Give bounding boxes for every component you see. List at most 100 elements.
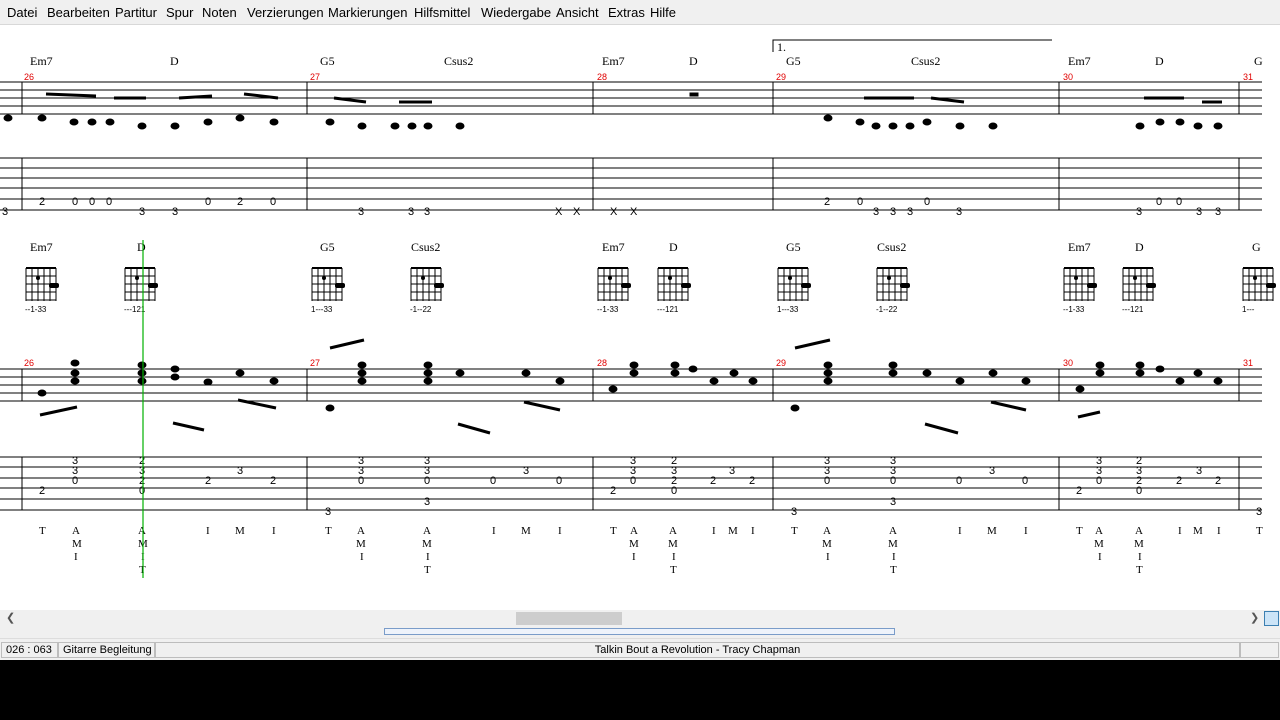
- svg-text:M: M: [356, 538, 366, 550]
- svg-text:0: 0: [139, 485, 145, 497]
- menu-bar: Datei Bearbeiten Partitur Spur Noten Ver…: [0, 0, 1280, 25]
- svg-text:A: A: [72, 525, 80, 537]
- svg-text:3: 3: [890, 496, 896, 508]
- menu-hilfsmittel[interactable]: Hilfsmittel: [414, 5, 470, 20]
- svg-text:2: 2: [39, 485, 45, 497]
- svg-text:A: A: [889, 525, 897, 537]
- svg-text:M: M: [728, 525, 738, 537]
- svg-text:I: I: [558, 525, 562, 537]
- svg-text:0: 0: [1022, 475, 1028, 487]
- menu-bearbeiten[interactable]: Bearbeiten: [47, 5, 110, 20]
- svg-text:3: 3: [1215, 206, 1221, 218]
- menu-wiedergabe[interactable]: Wiedergabe: [481, 5, 551, 20]
- scroll-left-arrow-icon[interactable]: ❮: [6, 611, 15, 624]
- svg-text:3: 3: [1196, 465, 1202, 477]
- svg-text:0: 0: [1176, 196, 1182, 208]
- track-overview-range[interactable]: [384, 628, 895, 635]
- menu-extras[interactable]: Extras: [608, 5, 645, 20]
- chord-name: Csus2: [444, 54, 473, 68]
- svg-text:0: 0: [1136, 485, 1142, 497]
- svg-text:2: 2: [237, 196, 243, 208]
- svg-text:0: 0: [630, 475, 636, 487]
- menu-hilfe[interactable]: Hilfe: [650, 5, 676, 20]
- svg-text:X: X: [555, 206, 563, 218]
- score-view[interactable]: 1. Em7 D G5 Csus2 Em7 D G5 Csus2 Em7 D G…: [0, 25, 1280, 610]
- track-overview-strip[interactable]: [0, 627, 1280, 638]
- bar-number: 27: [310, 358, 320, 368]
- score-canvas: 1. Em7 D G5 Csus2 Em7 D G5 Csus2 Em7 D G…: [0, 39, 1276, 578]
- svg-text:X: X: [573, 206, 581, 218]
- svg-text:I: I: [632, 551, 636, 563]
- svg-text:0: 0: [556, 475, 562, 487]
- chord-name: Em7: [1068, 54, 1091, 68]
- svg-text:M: M: [987, 525, 997, 537]
- zoom-magnifier-icon[interactable]: [1264, 611, 1279, 626]
- diagram-chord-name: G5: [320, 240, 335, 254]
- svg-text:A: A: [1095, 525, 1103, 537]
- chord-diagrams: [25, 267, 1276, 301]
- svg-text:M: M: [1094, 538, 1104, 550]
- diagram-chord-name: Csus2: [877, 240, 906, 254]
- chord-diagram: [1122, 267, 1156, 301]
- menu-datei[interactable]: Datei: [7, 5, 37, 20]
- svg-text:I: I: [1024, 525, 1028, 537]
- svg-text:3: 3: [873, 206, 879, 218]
- svg-text:0: 0: [824, 475, 830, 487]
- svg-text:0: 0: [205, 196, 211, 208]
- chord-name: D: [689, 54, 698, 68]
- chord-diagram: [311, 267, 345, 301]
- svg-text:0: 0: [106, 196, 112, 208]
- svg-text:3: 3: [424, 206, 430, 218]
- svg-text:3: 3: [172, 206, 178, 218]
- svg-text:3: 3: [325, 506, 331, 518]
- svg-text:M: M: [1193, 525, 1203, 537]
- menu-spur[interactable]: Spur: [166, 5, 193, 20]
- menu-ansicht[interactable]: Ansicht: [556, 5, 599, 20]
- chord-name: Em7: [30, 54, 53, 68]
- svg-text:M: M: [629, 538, 639, 550]
- chord-name: D: [1155, 54, 1164, 68]
- svg-text:T: T: [1256, 525, 1263, 537]
- svg-text:A: A: [1135, 525, 1143, 537]
- diagram-chord-name: Csus2: [411, 240, 440, 254]
- svg-text:M: M: [521, 525, 531, 537]
- bar-number: 27: [310, 72, 320, 82]
- menu-markierungen[interactable]: Markierungen: [328, 5, 408, 20]
- diagram-chord-name: G5: [786, 240, 801, 254]
- svg-text:A: A: [138, 525, 146, 537]
- diagram-fingering: ---121: [1122, 305, 1144, 314]
- chord-diagram: [777, 267, 811, 301]
- tab-staff-1: [0, 157, 1262, 211]
- svg-text:3: 3: [358, 206, 364, 218]
- horizontal-scrollbar[interactable]: ❮ ❯: [0, 610, 1280, 627]
- svg-text:3: 3: [523, 465, 529, 477]
- svg-text:2: 2: [1076, 485, 1082, 497]
- svg-text:I: I: [1217, 525, 1221, 537]
- position-indicator: 026 : 063: [1, 642, 58, 658]
- chord-diagram: [876, 267, 910, 301]
- svg-text:I: I: [751, 525, 755, 537]
- menu-noten[interactable]: Noten: [202, 5, 237, 20]
- svg-text:0: 0: [890, 475, 896, 487]
- scrollbar-thumb[interactable]: [516, 612, 622, 625]
- svg-text:0: 0: [1096, 475, 1102, 487]
- svg-text:3: 3: [956, 206, 962, 218]
- tab-numbers-2: 2 330 2320 232 3 330 3303 030 2 330 2320…: [39, 455, 1262, 518]
- svg-text:A: A: [823, 525, 831, 537]
- svg-text:2: 2: [39, 196, 45, 208]
- svg-text:I: I: [492, 525, 496, 537]
- diagram-fingering: --1-33: [25, 305, 47, 314]
- diagram-chord-name: G: [1252, 240, 1261, 254]
- diagram-fingering: --1-33: [597, 305, 619, 314]
- svg-text:I: I: [892, 551, 896, 563]
- svg-text:3: 3: [1196, 206, 1202, 218]
- diagram-fingering: 1---33: [777, 305, 799, 314]
- svg-text:M: M: [422, 538, 432, 550]
- scroll-right-arrow-icon[interactable]: ❯: [1250, 611, 1259, 624]
- svg-text:2: 2: [205, 475, 211, 487]
- menu-partitur[interactable]: Partitur: [115, 5, 157, 20]
- svg-text:T: T: [1136, 564, 1143, 576]
- bar-number: 26: [24, 358, 34, 368]
- menu-verzierungen[interactable]: Verzierungen: [247, 5, 324, 20]
- bar-number: 28: [597, 72, 607, 82]
